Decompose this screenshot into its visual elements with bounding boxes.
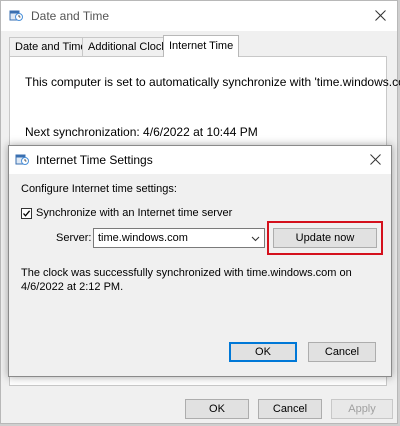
date-time-icon (15, 154, 29, 165)
dialog-cancel-button[interactable]: Cancel (308, 342, 376, 362)
apply-button[interactable]: Apply (331, 399, 393, 419)
next-sync-text: Next synchronization: 4/6/2022 at 10:44 … (25, 125, 258, 139)
configure-label: Configure Internet time settings: (21, 183, 177, 195)
sync-message: This computer is set to automatically sy… (25, 75, 400, 89)
date-time-icon (9, 10, 23, 21)
window-titlebar: Date and Time (1, 1, 397, 31)
sync-status-line-2: 4/6/2022 at 2:12 PM. (21, 281, 124, 293)
cancel-button[interactable]: Cancel (258, 399, 322, 419)
dialog-ok-button[interactable]: OK (229, 342, 297, 362)
ok-button[interactable]: OK (185, 399, 249, 419)
sync-checkbox-label[interactable]: Synchronize with an Internet time server (36, 207, 232, 219)
window-title: Date and Time (31, 9, 110, 23)
server-select[interactable]: time.windows.com (93, 228, 265, 248)
close-icon (374, 10, 386, 21)
check-icon (23, 210, 31, 217)
sync-checkbox[interactable] (21, 208, 32, 219)
tab-date-and-time[interactable]: Date and Time (9, 37, 93, 56)
chevron-down-icon (251, 236, 260, 242)
dialog-close-button[interactable] (364, 149, 386, 171)
tab-internet-time[interactable]: Internet Time (163, 35, 240, 57)
internet-time-settings-dialog: Internet Time Settings Configure Interne… (8, 145, 392, 377)
dialog-title: Internet Time Settings (36, 153, 153, 167)
dialog-titlebar: Internet Time Settings (9, 146, 391, 174)
server-label: Server: (56, 232, 92, 244)
window-close-button[interactable] (369, 5, 391, 27)
update-now-highlight (267, 221, 383, 255)
sync-status-line-1: The clock was successfully synchronized … (21, 267, 352, 279)
server-value: time.windows.com (98, 232, 188, 244)
close-icon (369, 154, 381, 165)
